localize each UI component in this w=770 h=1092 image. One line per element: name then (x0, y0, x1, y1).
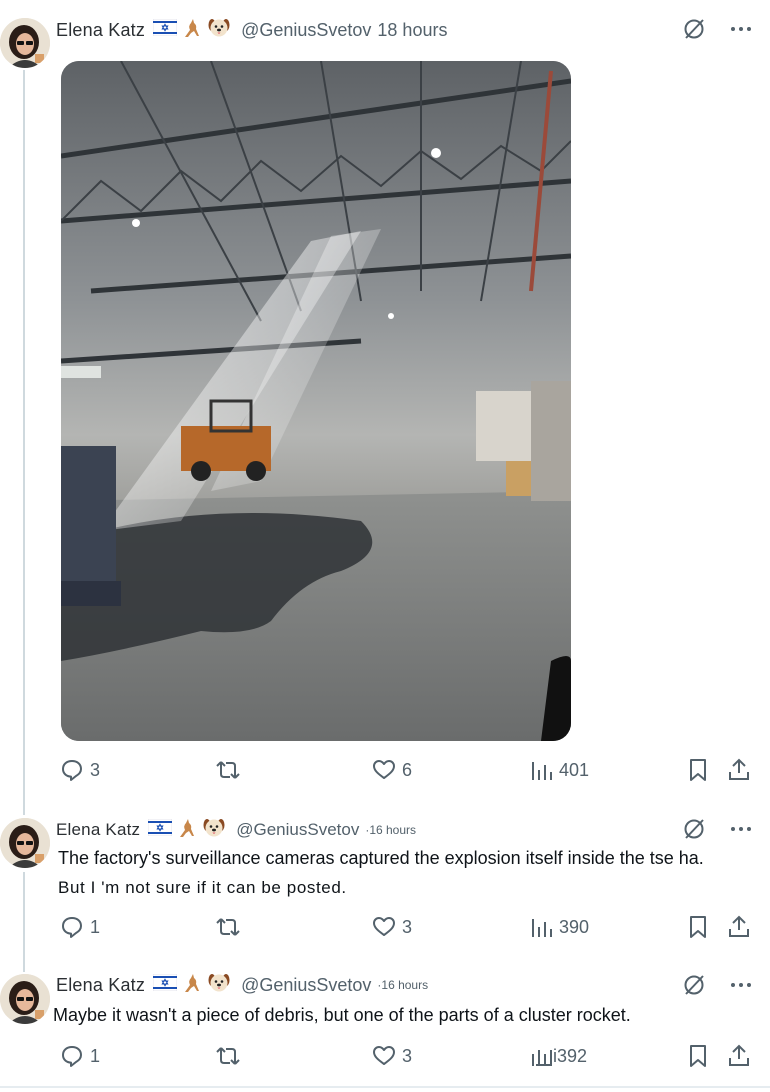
post-text: Maybe it wasn't a piece of debris, but o… (53, 1001, 753, 1030)
repost-icon (216, 761, 240, 779)
more-options-icon[interactable] (730, 973, 752, 1002)
repost-button[interactable] (215, 758, 247, 782)
share-button[interactable] (728, 915, 750, 939)
share-button[interactable] (728, 758, 750, 782)
reply-count: 1 (90, 1045, 101, 1066)
post-header-actions (682, 973, 752, 1002)
post-actions: 1 3 390 (60, 915, 755, 943)
thread-line (23, 70, 25, 815)
views-count: i392 (553, 1045, 588, 1066)
kangaroo-icon (181, 972, 203, 999)
bookmark-button[interactable] (688, 758, 708, 782)
bookmark-button[interactable] (688, 915, 708, 939)
avatar[interactable] (0, 18, 50, 68)
like-count: 6 (402, 759, 413, 780)
views-button[interactable]: i392 (531, 1044, 587, 1068)
views-button[interactable]: 401 (531, 758, 589, 782)
share-icon (729, 758, 749, 780)
like-button[interactable]: 3 (372, 915, 412, 939)
thread-line (23, 872, 25, 972)
author-handle[interactable]: @GeniusSvetov (241, 975, 371, 996)
post-text: The factory's surveillance cameras captu… (58, 844, 758, 902)
post-header-actions (682, 817, 752, 846)
grok-icon[interactable] (682, 817, 706, 846)
author-name[interactable]: Elena Katz (56, 20, 145, 41)
repost-icon (216, 918, 240, 936)
heart-icon (373, 760, 395, 779)
views-icon (532, 762, 552, 780)
views-icon (532, 1050, 552, 1066)
views-count: 401 (559, 759, 590, 780)
more-options-icon[interactable] (730, 17, 752, 46)
divider (0, 1086, 770, 1088)
like-button[interactable]: 3 (372, 1044, 412, 1068)
more-options-icon[interactable] (730, 817, 752, 846)
reply-button[interactable]: 1 (60, 1044, 100, 1068)
post-text-line: The factory's surveillance cameras captu… (58, 848, 704, 868)
heart-icon (373, 1046, 395, 1065)
views-icon (532, 919, 552, 937)
israel-flag-icon (152, 18, 178, 41)
post-time[interactable]: 18 hours (377, 20, 447, 41)
grok-icon[interactable] (682, 973, 706, 1002)
share-icon (729, 915, 749, 937)
post-time[interactable]: ·16 hours (365, 823, 416, 837)
repost-button[interactable] (215, 915, 247, 939)
avatar[interactable] (0, 818, 50, 868)
post-text-line: But I 'm not sure if it can be posted. (58, 878, 347, 897)
repost-button[interactable] (215, 1044, 247, 1068)
like-button[interactable]: 6 (372, 758, 412, 782)
views-button[interactable]: 390 (531, 915, 589, 939)
israel-flag-icon (152, 973, 178, 996)
bookmark-icon (690, 759, 706, 781)
heart-icon (373, 917, 395, 936)
reply-icon (62, 1046, 82, 1067)
dog-face-icon (202, 816, 226, 845)
reply-button[interactable]: 1 (60, 915, 100, 939)
author-handle[interactable]: @GeniusSvetov (241, 20, 371, 41)
post-photo[interactable] (61, 61, 571, 741)
post-header: Elena Katz @GeniusSvetov ·16 hours (56, 973, 428, 997)
author-name[interactable]: Elena Katz (56, 975, 145, 996)
post-text-line: Maybe it wasn't a piece of debris, but o… (53, 1005, 631, 1025)
dog-face-icon (207, 971, 231, 1000)
reply-button[interactable]: 3 (60, 758, 100, 782)
kangaroo-icon (181, 17, 203, 44)
israel-flag-icon (147, 818, 173, 841)
avatar[interactable] (0, 974, 50, 1024)
reply-count: 1 (90, 916, 101, 937)
reply-icon (62, 760, 82, 781)
share-icon (729, 1044, 749, 1066)
grok-icon[interactable] (682, 17, 706, 46)
post-header: Elena Katz @GeniusSvetov 18 hours (56, 18, 447, 42)
post-time[interactable]: ·16 hours (377, 978, 428, 992)
share-button[interactable] (728, 1044, 750, 1068)
post-header: Elena Katz @GeniusSvetov ·16 hours (56, 818, 416, 842)
reply-count: 3 (90, 759, 101, 780)
kangaroo-icon (176, 817, 198, 844)
author-name[interactable]: Elena Katz (56, 820, 140, 840)
like-count: 3 (402, 916, 413, 937)
like-count: 3 (402, 1045, 413, 1066)
bookmark-icon (690, 916, 706, 938)
reply-icon (62, 917, 82, 938)
post-header-actions (682, 17, 752, 46)
bookmark-button[interactable] (688, 1044, 708, 1068)
bookmark-icon (690, 1045, 706, 1067)
post-actions: 1 3 i392 (60, 1044, 755, 1072)
repost-icon (216, 1047, 240, 1065)
dog-face-icon (207, 16, 231, 45)
post-actions: 3 6 401 (60, 758, 755, 786)
author-handle[interactable]: @GeniusSvetov (236, 820, 359, 840)
views-count: 390 (559, 916, 590, 937)
